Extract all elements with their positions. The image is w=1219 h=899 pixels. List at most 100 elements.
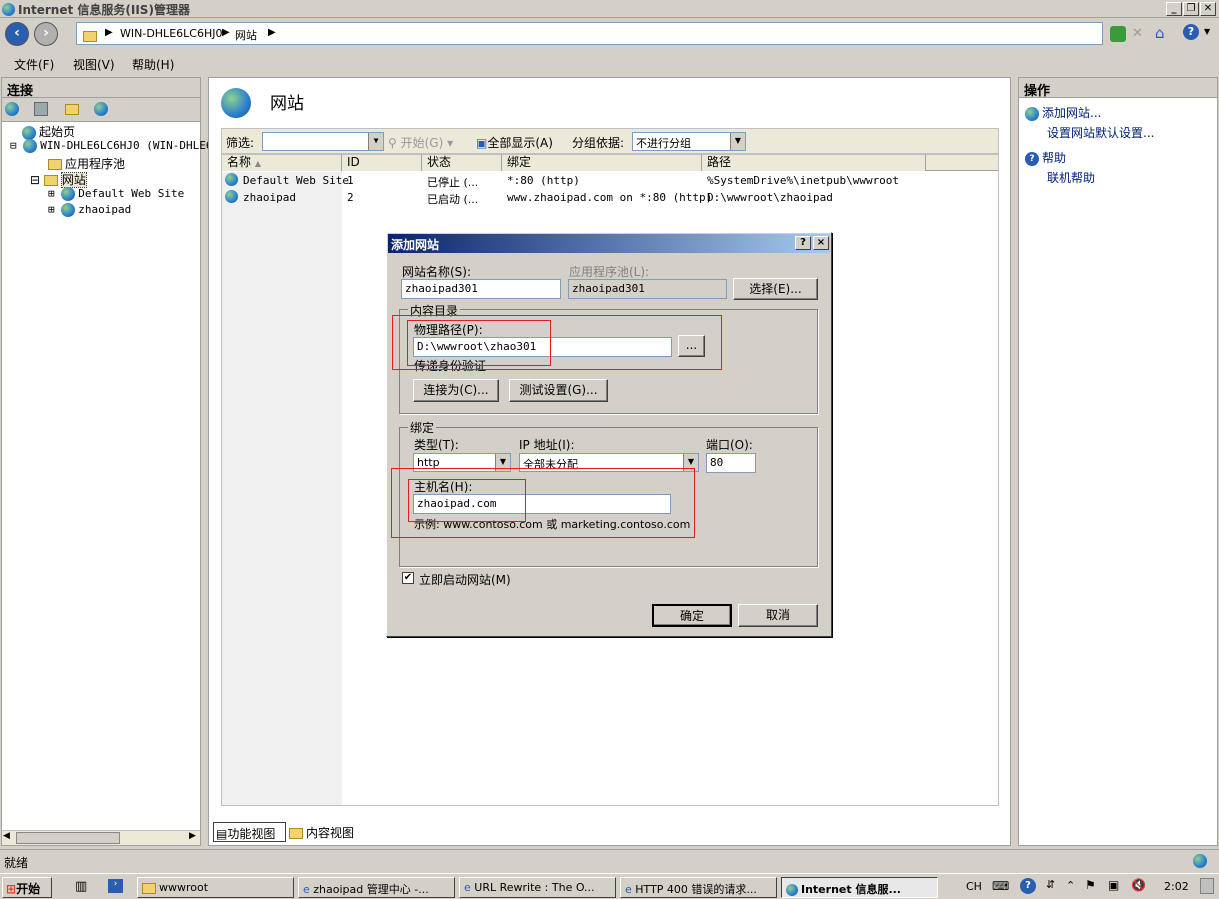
keyboard-icon[interactable]: ⌨ — [992, 879, 1009, 893]
column-binding[interactable]: 绑定 — [502, 155, 702, 171]
menu-view[interactable]: 视图(V) — [73, 56, 115, 73]
column-path[interactable]: 路径 — [702, 155, 926, 171]
tree-start-page[interactable]: 起始页 — [22, 123, 75, 140]
column-status[interactable]: 状态 — [422, 155, 502, 171]
add-site-icon — [1025, 106, 1039, 121]
cell-binding: www.zhaoipad.com on *:80 (http) — [507, 191, 713, 204]
table-row[interactable]: Default Web Site 1 已停止 (... *:80 (http) … — [222, 172, 998, 189]
tab-content-view[interactable]: 内容视图 — [289, 824, 354, 841]
add-website-dialog: 添加网站 ? × 网站名称(S): zhaoipad301 应用程序池(L): … — [386, 232, 832, 637]
show-desktop-button[interactable] — [1200, 878, 1214, 894]
refresh-icon[interactable] — [1110, 26, 1126, 42]
powershell-icon[interactable]: › — [108, 879, 123, 893]
online-help-link[interactable]: 联机帮助 — [1047, 169, 1095, 186]
column-name[interactable]: 名称 ▲ — [222, 155, 342, 171]
flag-icon[interactable]: ⚑ — [1085, 878, 1096, 892]
start-now-checkbox[interactable]: ✔ — [402, 572, 414, 584]
filter-toolbar: 筛选: ▼ ⚲ 开始(G) ▾ ▣全部显示(A) 分组依据: 不进行分组 ▼ — [221, 128, 999, 154]
connections-title: 连接 — [2, 78, 200, 99]
save-icon[interactable] — [34, 102, 48, 116]
task-url-rewrite[interactable]: e URL Rewrite : The O... — [459, 877, 616, 898]
show-hidden-icons[interactable]: ⌃ — [1066, 879, 1075, 892]
address-bar[interactable]: ▶ WIN-DHLE6LC6HJ0 ▶ 网站 ▶ — [76, 22, 1103, 45]
chevron-right-icon: ▶ — [268, 27, 276, 38]
tree-zhaoipad[interactable]: ⊞ zhaoipad — [48, 203, 131, 217]
cell-binding: *:80 (http) — [507, 174, 580, 187]
restore-button[interactable]: ❐ — [1183, 2, 1199, 16]
up-level-icon[interactable] — [65, 104, 79, 115]
folder-icon — [142, 882, 156, 894]
task-zhaoipad-admin[interactable]: e zhaoipad 管理中心 -... — [298, 877, 455, 898]
disconnect-icon[interactable] — [94, 102, 108, 116]
menu-help[interactable]: 帮助(H) — [132, 56, 174, 73]
title-bar: Internet 信息服务(IIS)管理器 _ ❐ ✕ — [0, 0, 1219, 18]
close-button[interactable]: ✕ — [1200, 2, 1216, 16]
tree-server[interactable]: ⊟ WIN-DHLE6LC6HJ0 (WIN-DHLE6 — [10, 139, 212, 153]
help-icon[interactable]: ? — [1183, 24, 1199, 40]
port-input[interactable]: 80 — [706, 453, 756, 473]
show-all-icon: ▣ — [476, 136, 488, 150]
task-http-400[interactable]: e HTTP 400 错误的请求... — [620, 877, 777, 898]
back-arrow-icon[interactable]: ‹ — [5, 22, 29, 46]
group-by-label: 分组依据: — [572, 136, 625, 150]
minimize-button[interactable]: _ — [1166, 2, 1182, 16]
forward-arrow-icon[interactable]: › — [34, 22, 58, 46]
help-icon[interactable]: ? — [1020, 878, 1036, 894]
scroll-right-icon[interactable]: ▶ — [189, 831, 196, 841]
chevron-down-icon[interactable]: ▼ — [1204, 27, 1210, 36]
list-header: 名称 ▲ ID 状态 绑定 路径 — [222, 155, 998, 171]
home-icon[interactable]: ⌂ — [1155, 24, 1165, 42]
scroll-thumb[interactable] — [16, 832, 120, 844]
dialog-close-button[interactable]: × — [813, 236, 829, 250]
start-now-label: 立即启动网站(M) — [419, 573, 511, 587]
tree-app-pools[interactable]: 应用程序池 — [48, 155, 125, 172]
chevron-down-icon[interactable]: ▼ — [730, 133, 745, 150]
task-wwwroot[interactable]: wwwroot — [137, 877, 294, 898]
add-website-link[interactable]: 添加网站... — [1025, 104, 1101, 121]
server-manager-icon[interactable]: ▥ — [75, 879, 87, 894]
ime-options-icon[interactable]: ⇵ — [1046, 878, 1055, 891]
show-all-button[interactable]: ▣全部显示(A) — [476, 134, 553, 151]
connect-as-button[interactable]: 连接为(C)... — [413, 379, 499, 402]
scroll-left-icon[interactable]: ◀ — [3, 831, 10, 841]
cell-status: 已停止 (... — [427, 176, 479, 189]
breadcrumb-sites[interactable]: 网站 — [235, 27, 257, 43]
dialog-help-button[interactable]: ? — [795, 236, 811, 250]
breadcrumb-server[interactable]: WIN-DHLE6LC6HJ0 — [120, 27, 222, 40]
tree-sites[interactable]: ⊟ 网站 — [30, 171, 87, 188]
network-icon — [1193, 854, 1207, 868]
connect-icon[interactable] — [5, 102, 19, 116]
ie-icon: e — [464, 881, 471, 894]
network-tray-icon[interactable]: ▣ — [1108, 878, 1119, 892]
menu-file[interactable]: 文件(F) — [14, 56, 54, 73]
cell-id: 2 — [347, 191, 354, 204]
cancel-button[interactable]: 取消 — [738, 604, 818, 627]
test-settings-button[interactable]: 测试设置(G)... — [509, 379, 608, 402]
volume-muted-icon[interactable]: 🔇 — [1131, 878, 1146, 892]
select-app-pool-button[interactable]: 选择(E)... — [733, 278, 818, 300]
tree-default-web-site[interactable]: ⊞ Default Web Site — [48, 187, 184, 201]
task-iis-manager[interactable]: Internet 信息服... — [781, 877, 938, 898]
chevron-down-icon[interactable]: ▼ — [368, 133, 383, 150]
site-name-input[interactable]: zhaoipad301 — [401, 279, 561, 299]
filter-input[interactable]: ▼ — [262, 132, 384, 151]
site-defaults-link[interactable]: 设置网站默认设置... — [1047, 124, 1154, 141]
tab-features-view[interactable]: ▤功能视图 — [213, 822, 286, 842]
dialog-titlebar: 添加网站 ? × — [388, 234, 830, 253]
horizontal-scrollbar[interactable]: ◀ ▶ — [2, 830, 200, 845]
actions-title: 操作 — [1019, 78, 1217, 99]
annotation-box — [408, 479, 526, 522]
stop-icon[interactable]: ✕ — [1132, 26, 1143, 41]
clock[interactable]: 2:02 — [1164, 880, 1189, 893]
group-by-select[interactable]: 不进行分组 ▼ — [632, 132, 746, 151]
start-button[interactable]: ⊞开始 — [2, 877, 52, 898]
language-indicator[interactable]: CH — [966, 880, 982, 893]
features-view-icon: ▤ — [216, 827, 228, 841]
site-name-label: 网站名称(S): — [402, 265, 472, 279]
ip-address-label: IP 地址(I): — [519, 438, 575, 452]
help-link[interactable]: ? 帮助 — [1025, 149, 1066, 166]
table-row[interactable]: zhaoipad 2 已启动 (... www.zhaoipad.com on … — [222, 189, 998, 206]
ok-button[interactable]: 确定 — [652, 604, 732, 627]
start-filter-button[interactable]: ⚲ 开始(G) ▾ — [388, 134, 453, 151]
column-id[interactable]: ID — [342, 155, 422, 171]
